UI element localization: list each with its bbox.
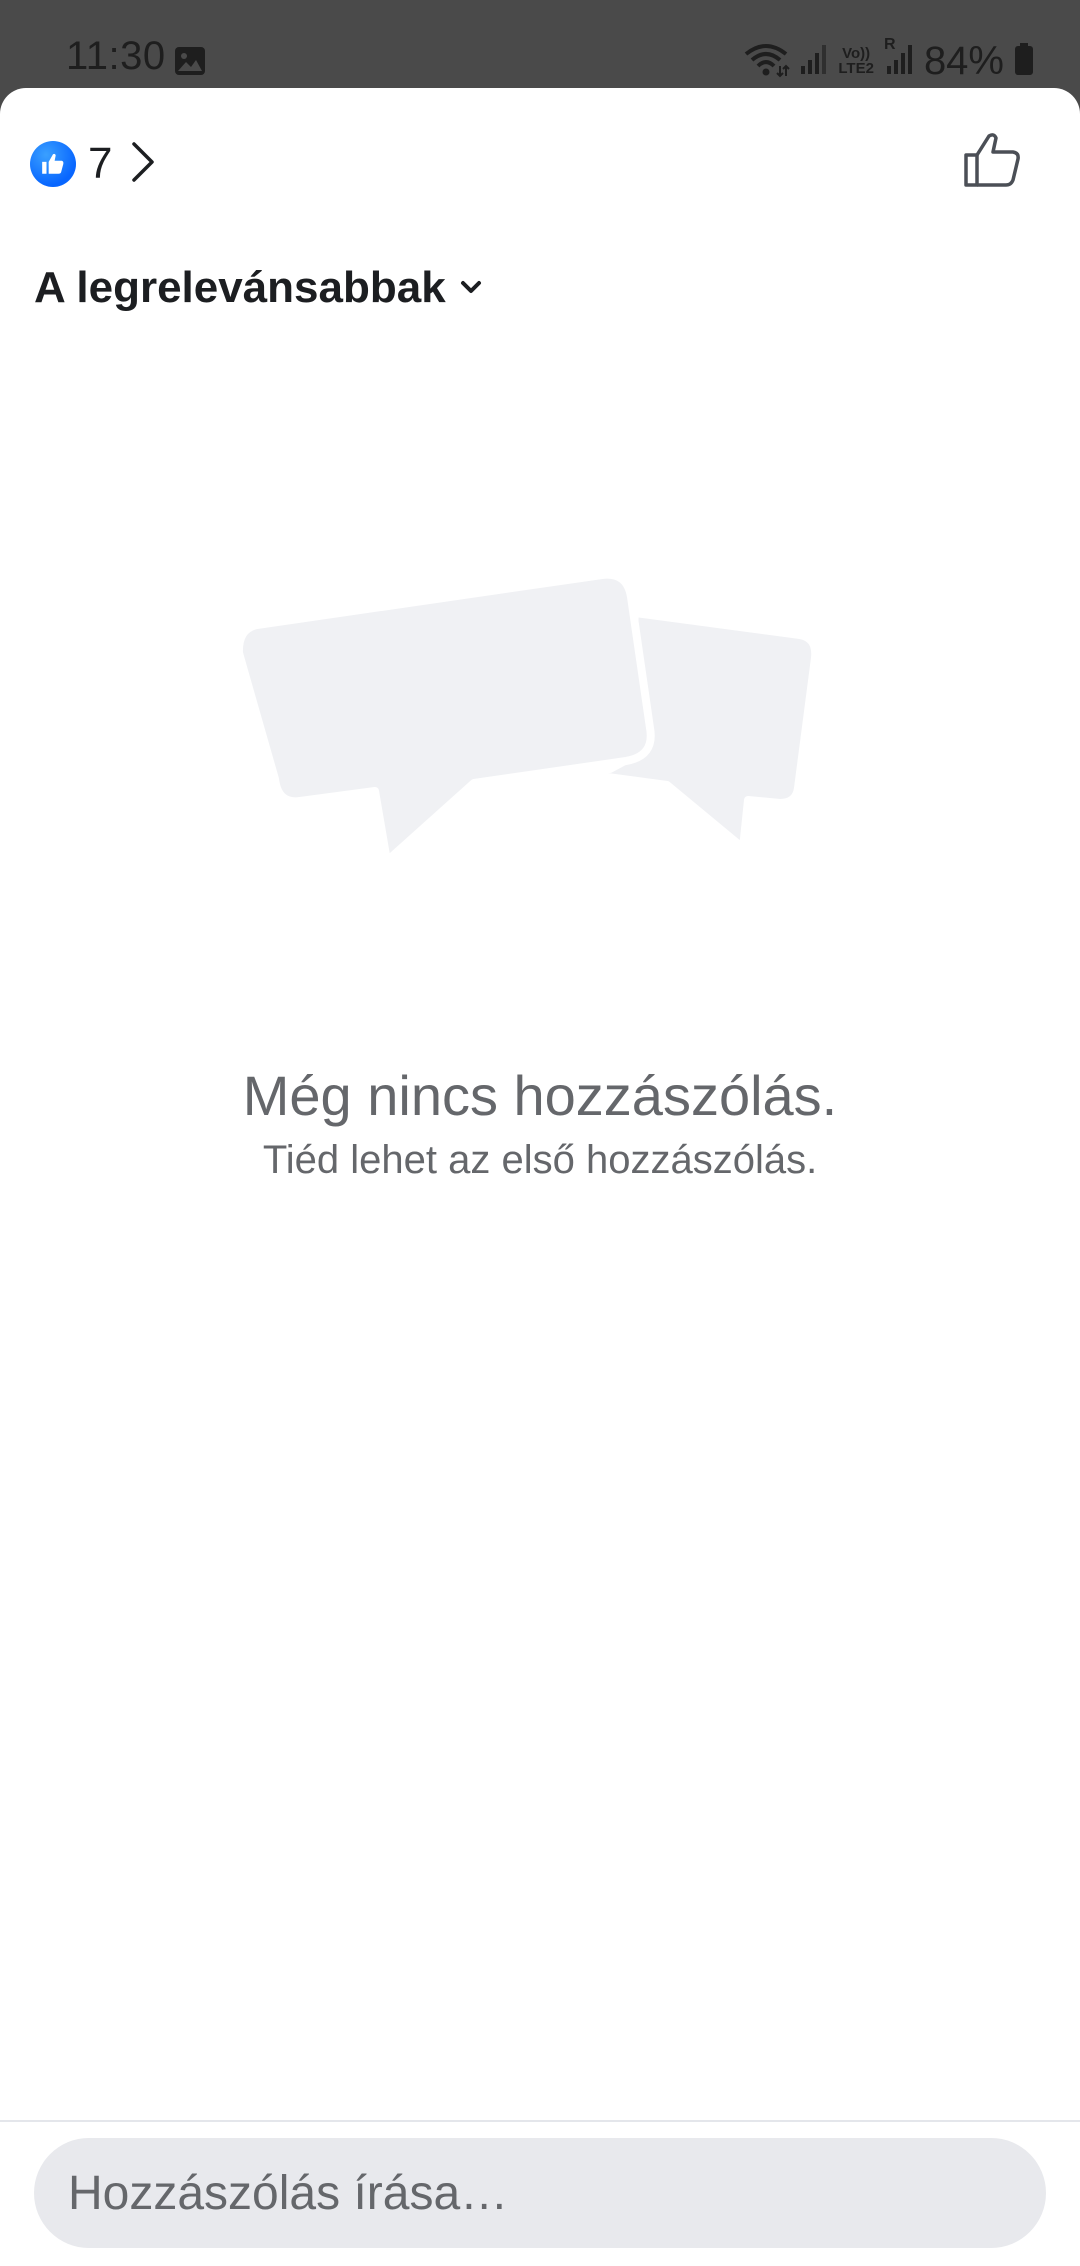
empty-state-title: Még nincs hozzászólás. [242, 1064, 838, 1127]
comment-input[interactable] [34, 2138, 1046, 2248]
reaction-count: 7 [88, 139, 113, 188]
volte-lte2-icon: Vo)) LTE2 [838, 46, 874, 76]
gallery-icon [174, 46, 206, 76]
chevron-right-icon [130, 140, 156, 189]
status-icons: Vo)) LTE2 R 84% [742, 36, 1034, 86]
like-button[interactable] [954, 124, 1030, 200]
lte2-label: LTE2 [838, 60, 874, 77]
battery-percent: 84% [923, 38, 1004, 83]
status-bar: 11:30 Vo)) LTE2 R 84% [0, 0, 1080, 88]
roaming-label: R [883, 35, 896, 53]
reactions-summary[interactable]: 7 [30, 128, 156, 200]
sort-dropdown[interactable]: A legrelevánsabbak [34, 258, 482, 318]
comments-sheet: 7 A legrelevánsabbak Még nincs hozzászól… [0, 88, 1080, 2266]
roaming-signal-icon: R [884, 36, 914, 81]
empty-state-subtitle: Tiéd lehet az első hozzászólás. [262, 1138, 818, 1182]
composer-divider [0, 2120, 1080, 2122]
status-time: 11:30 [66, 34, 166, 78]
battery-icon [1014, 42, 1034, 81]
signal-icon [800, 42, 828, 81]
wifi-icon [742, 40, 791, 83]
sort-label: A legrelevánsabbak [34, 263, 446, 312]
volte-label: Vo)) [842, 45, 871, 62]
like-reaction-icon [30, 141, 76, 187]
chevron-down-icon [460, 280, 482, 301]
thumbs-up-outline-icon [962, 131, 1022, 194]
speech-bubbles-icon [234, 563, 825, 963]
